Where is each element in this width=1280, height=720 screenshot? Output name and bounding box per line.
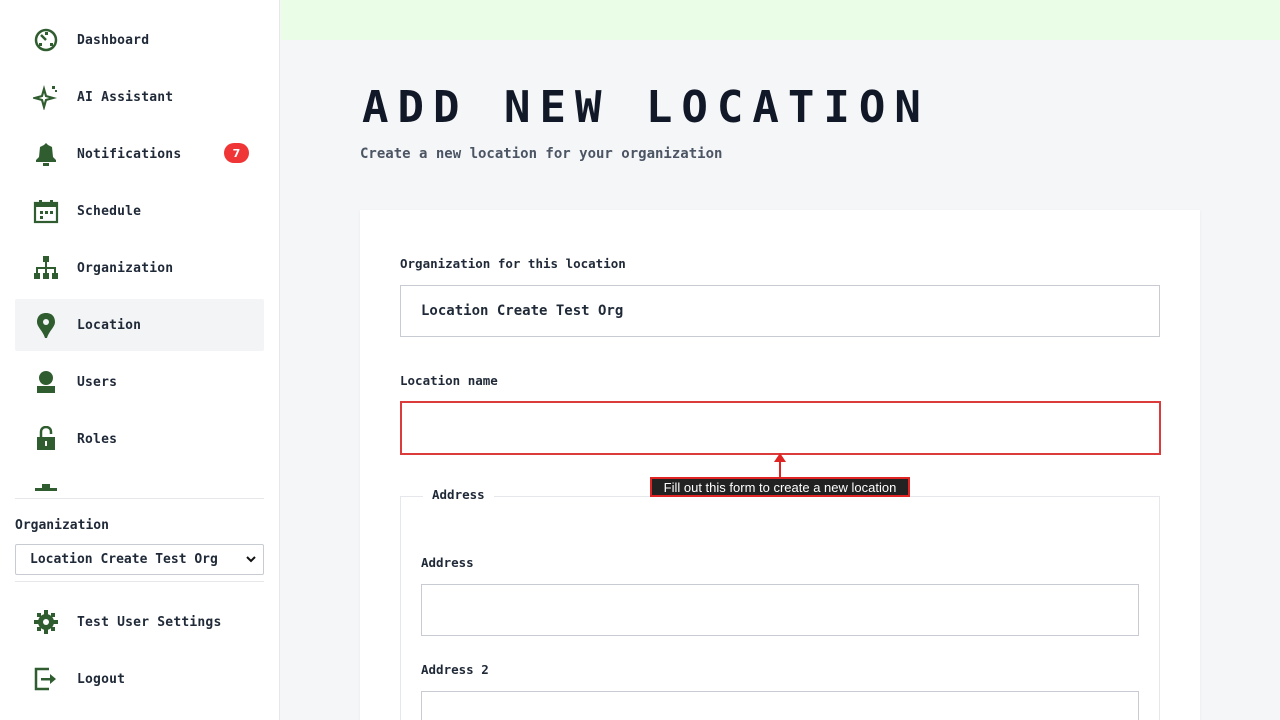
user-icon: [32, 368, 60, 396]
page-subtitle: Create a new location for your organizat…: [360, 146, 723, 162]
calendar-icon: [32, 197, 60, 225]
sidebar-item-label: Logout: [77, 671, 126, 687]
sidebar-item-roles[interactable]: Roles: [15, 413, 264, 465]
tooltip-arrow-icon: [774, 453, 786, 478]
sidebar-item-logout[interactable]: Logout: [15, 653, 264, 705]
top-banner: [281, 0, 1280, 40]
address2-input[interactable]: [421, 691, 1139, 720]
organization-field-label: Organization for this location: [400, 256, 626, 271]
location-pin-icon: [32, 311, 60, 339]
sidebar-item-notifications[interactable]: Notifications 7: [15, 128, 264, 180]
sidebar-item-label: Test User Settings: [77, 614, 222, 630]
organization-select-value: Location Create Test Org: [30, 552, 218, 567]
sparkle-icon: [32, 83, 60, 111]
sidebar-item-dashboard[interactable]: Dashboard: [15, 14, 264, 66]
org-chart-icon: [32, 254, 60, 282]
sidebar-bottom-nav: Test User Settings Logout: [15, 596, 264, 710]
sidebar-item-label: Location: [77, 317, 142, 333]
sidebar-item-label: Notifications: [77, 146, 182, 162]
sidebar-item-schedule[interactable]: Schedule: [15, 185, 264, 237]
address2-field-label: Address 2: [421, 662, 489, 677]
sidebar-item-settings[interactable]: Test User Settings: [15, 596, 264, 648]
sidebar-item-ai-assistant[interactable]: AI Assistant: [15, 71, 264, 123]
chevron-down-icon: [246, 556, 256, 563]
sidebar-item-label: Users: [77, 374, 118, 390]
address-input[interactable]: [421, 584, 1139, 636]
organization-field[interactable]: Location Create Test Org: [400, 285, 1160, 337]
briefcase-icon: [32, 482, 60, 492]
sidebar-item-label: Dashboard: [77, 32, 150, 48]
sidebar-item-location[interactable]: Location: [15, 299, 264, 351]
bell-icon: [32, 140, 60, 168]
onboarding-tooltip: Fill out this form to create a new locat…: [650, 477, 910, 497]
sidebar-item-more[interactable]: [15, 470, 264, 492]
sidebar-item-users[interactable]: Users: [15, 356, 264, 408]
organization-label: Organization: [15, 518, 109, 533]
location-name-label: Location name: [400, 373, 498, 388]
address-legend: Address: [423, 487, 494, 502]
page-title: ADD NEW LOCATION: [362, 82, 930, 133]
lock-icon: [32, 425, 60, 453]
sidebar: Dashboard AI Assistant Notifications 7 S…: [0, 0, 280, 720]
location-name-input[interactable]: [400, 401, 1161, 455]
sidebar-item-label: Organization: [77, 260, 174, 276]
dashboard-icon: [32, 26, 60, 54]
sidebar-nav: Dashboard AI Assistant Notifications 7 S…: [15, 14, 264, 492]
gear-icon: [32, 608, 60, 636]
logout-icon: [32, 665, 60, 693]
sidebar-item-label: Schedule: [77, 203, 142, 219]
address-fieldset: Address Address Address 2: [400, 487, 1160, 720]
sidebar-item-label: AI Assistant: [77, 89, 174, 105]
organization-select[interactable]: Location Create Test Org: [15, 544, 264, 575]
sidebar-item-organization[interactable]: Organization: [15, 242, 264, 294]
sidebar-divider: [15, 581, 264, 582]
sidebar-item-label: Roles: [77, 431, 118, 447]
sidebar-divider: [15, 498, 264, 499]
address-field-label: Address: [421, 555, 474, 570]
notification-count-badge: 7: [224, 143, 249, 163]
